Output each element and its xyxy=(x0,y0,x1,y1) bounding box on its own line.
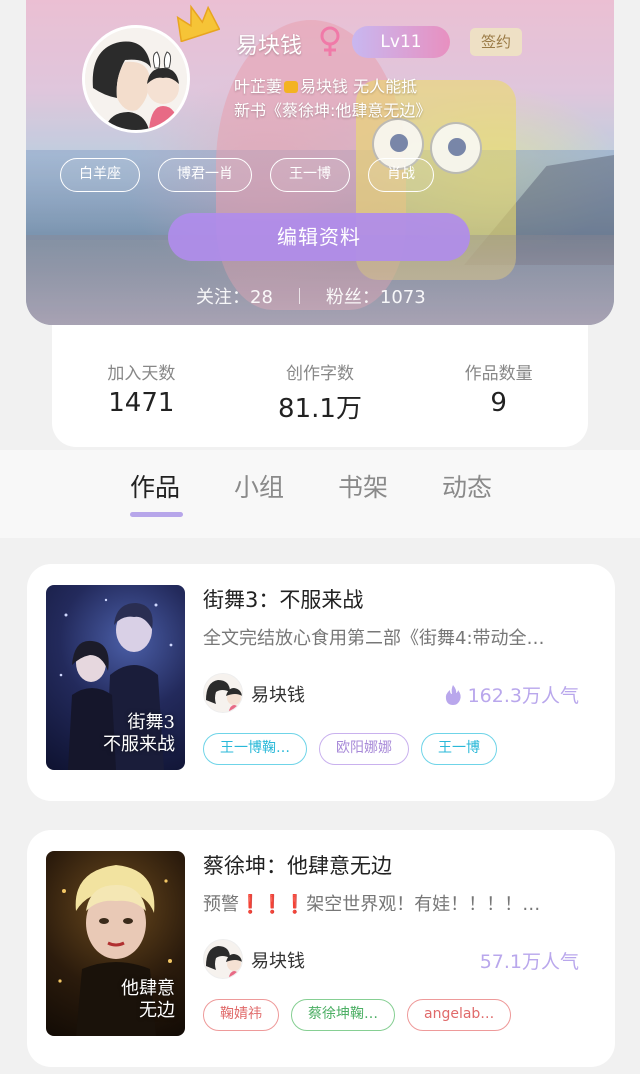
work-tags: 鞠婧祎 蔡徐坤鞠… angelab… xyxy=(203,999,512,1031)
work-tag[interactable]: 欧阳娜娜 xyxy=(319,733,409,765)
bio-new-book: 新书《蔡徐坤:他肆意无边》 xyxy=(234,101,432,120)
popularity: 57.1万人气 xyxy=(480,947,579,974)
popularity-value: 57.1万人气 xyxy=(479,951,579,973)
author-avatar[interactable] xyxy=(203,939,243,979)
bio-square-emoji xyxy=(284,81,299,93)
stat-value: 1471 xyxy=(108,388,175,418)
stat-word-count: 创作字数 81.1万 xyxy=(231,325,410,447)
stat-works-count: 作品数量 9 xyxy=(409,325,588,447)
tab-bar: 作品 小组 书架 动态 xyxy=(0,450,640,538)
work-tag[interactable]: angelab… xyxy=(407,999,512,1031)
stat-value: 81.1万 xyxy=(278,394,362,424)
stats-card: 加入天数 1471 创作字数 81.1万 作品数量 9 xyxy=(52,325,588,447)
cover-title-text: 他肆意 无边 xyxy=(121,978,175,1022)
signed-author-badge: 签约 xyxy=(470,28,522,56)
profile-tag[interactable]: 肖战 xyxy=(368,158,434,192)
profile-bio: 叶芷萋 易块钱 无人能抵 新书《蔡徐坤:他肆意无边》 xyxy=(234,75,494,123)
follow-stats: 关注：28 粉丝：1073 xyxy=(196,283,426,309)
bio-tagline: 易块钱 无人能抵 xyxy=(300,77,418,96)
cover-title-text: 街舞3 不服来战 xyxy=(103,712,175,756)
popularity: 162.3万人气 xyxy=(444,681,579,708)
work-card[interactable]: 他肆意 无边 蔡徐坤：他肆意无边 预警❗❗❗架空世界观！有娃！！！！… 易块钱 … xyxy=(27,830,615,1067)
avatar-illustration xyxy=(85,28,187,130)
author-avatar-illustration xyxy=(204,940,242,978)
work-description: 全文完结放心食用第二部《街舞4:带动全… xyxy=(203,628,545,649)
bio-name: 叶芷萋 xyxy=(234,77,283,96)
stat-label: 创作字数 xyxy=(286,364,354,384)
work-tag[interactable]: 王一博 xyxy=(421,733,497,765)
edit-profile-button[interactable]: 编辑资料 xyxy=(168,213,470,261)
work-card[interactable]: 街舞3 不服来战 街舞3：不服来战 全文完结放心食用第二部《街舞4:带动全… 易… xyxy=(27,564,615,801)
female-gender-icon xyxy=(320,26,340,56)
work-title[interactable]: 蔡徐坤：他肆意无边 xyxy=(203,850,392,880)
work-cover[interactable]: 街舞3 不服来战 xyxy=(46,585,185,770)
tab-activity[interactable]: 动态 xyxy=(442,468,492,504)
profile-tag[interactable]: 博君一肖 xyxy=(158,158,252,192)
work-cover[interactable]: 他肆意 无边 xyxy=(46,851,185,1036)
level-badge: Lv11 xyxy=(352,26,450,58)
work-tags: 王一博鞠… 欧阳娜娜 王一博 xyxy=(203,733,497,765)
tab-bookshelf[interactable]: 书架 xyxy=(338,468,388,504)
popularity-value: 162.3万人气 xyxy=(467,685,579,707)
work-tag[interactable]: 王一博鞠… xyxy=(203,733,307,765)
author-avatar-illustration xyxy=(204,674,242,712)
stat-join-days: 加入天数 1471 xyxy=(52,325,231,447)
stat-label: 作品数量 xyxy=(464,364,533,384)
work-description: 预警❗❗❗架空世界观！有娃！！！！… xyxy=(203,894,541,915)
profile-tag[interactable]: 白羊座 xyxy=(60,158,140,192)
fans-count[interactable]: 粉丝：1073 xyxy=(326,283,426,309)
cover-text-line: 他肆意 xyxy=(121,978,175,999)
cover-text-line: 街舞3 xyxy=(127,712,175,733)
tab-groups[interactable]: 小组 xyxy=(234,468,284,504)
stat-value: 9 xyxy=(490,388,507,418)
crown-icon xyxy=(176,4,220,42)
flame-icon xyxy=(445,684,461,705)
divider xyxy=(298,288,300,304)
work-tag[interactable]: 鞠婧祎 xyxy=(203,999,279,1031)
profile-tags: 白羊座 博君一肖 王一博 肖战 xyxy=(60,158,434,192)
author-name[interactable]: 易块钱 xyxy=(251,947,305,973)
cover-text-line: 不服来战 xyxy=(103,734,175,755)
author-avatar[interactable] xyxy=(203,673,243,713)
work-tag[interactable]: 蔡徐坤鞠… xyxy=(291,999,395,1031)
work-title[interactable]: 街舞3：不服来战 xyxy=(203,584,363,614)
profile-tag[interactable]: 王一博 xyxy=(270,158,350,192)
tab-works[interactable]: 作品 xyxy=(130,468,180,504)
active-tab-indicator xyxy=(130,512,183,517)
stat-label: 加入天数 xyxy=(107,364,176,384)
author-name[interactable]: 易块钱 xyxy=(251,681,305,707)
cover-text-line: 无边 xyxy=(139,1000,175,1021)
following-count[interactable]: 关注：28 xyxy=(196,283,273,309)
username: 易块钱 xyxy=(236,34,303,59)
